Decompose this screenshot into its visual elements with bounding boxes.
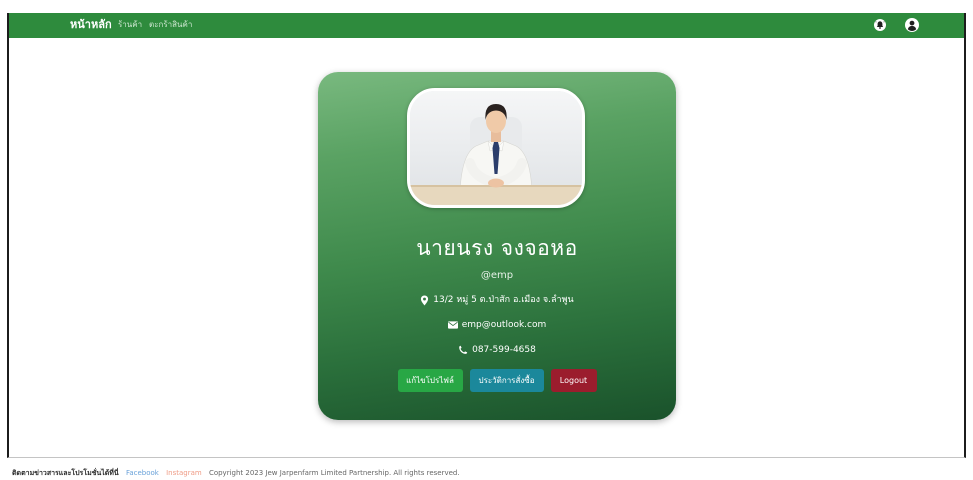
- copyright-text: Copyright 2023 Jew Jarpenfarm Limited Pa…: [208, 469, 460, 477]
- bell-icon[interactable]: [874, 19, 886, 31]
- instagram-link[interactable]: Instagram: [166, 469, 202, 477]
- profile-phone: 087-599-4658: [472, 345, 536, 355]
- nav-shop-link[interactable]: ร้านค้า: [118, 20, 142, 30]
- profile-username: @emp: [480, 270, 514, 281]
- profile-actions: แก้ไขโปรไฟล์ ประวัติการสั่งซื้อ Logout: [318, 369, 676, 392]
- main-content: นายนรง จงจอหอ @emp 13/2 หมู่ 5 ต.ป่าสัก …: [9, 38, 964, 457]
- phone-icon: [458, 345, 468, 355]
- facebook-link[interactable]: Facebook: [126, 469, 159, 477]
- footer: ติดตามข่าวสารและโปรโมชั่นได้ที่นี่ Faceb…: [12, 469, 465, 478]
- logout-button[interactable]: Logout: [550, 369, 597, 392]
- profile-address: 13/2 หมู่ 5 ต.ป่าสัก อ.เมือง จ.ลำพูน: [433, 295, 574, 305]
- phone-row: 087-599-4658: [318, 343, 676, 357]
- profile-name: นายนรง จงจอหอ: [416, 236, 578, 260]
- address-row: 13/2 หมู่ 5 ต.ป่าสัก อ.เมือง จ.ลำพูน: [318, 293, 676, 307]
- nav-home-link[interactable]: หน้าหลัก: [70, 18, 112, 32]
- order-history-button[interactable]: ประวัติการสั่งซื้อ: [469, 369, 544, 392]
- user-circle-icon[interactable]: [905, 18, 919, 32]
- profile-email: emp@outlook.com: [461, 320, 547, 330]
- navbar: หน้าหลัก ร้านค้า ตะกร้าสินค้า: [9, 13, 964, 38]
- profile-card: นายนรง จงจอหอ @emp 13/2 หมู่ 5 ต.ป่าสัก …: [318, 72, 676, 420]
- email-row: emp@outlook.com: [318, 318, 676, 332]
- edit-profile-button[interactable]: แก้ไขโปรไฟล์: [397, 369, 463, 392]
- footer-follow-text: ติดตามข่าวสารและโปรโมชั่นได้ที่นี่: [12, 469, 119, 477]
- browser-viewport: หน้าหลัก ร้านค้า ตะกร้าสินค้า นายนรง จงจ…: [7, 13, 966, 458]
- profile-photo: [407, 88, 585, 208]
- envelope-icon: [447, 321, 458, 329]
- map-marker-icon: [420, 295, 429, 306]
- nav-cart-link[interactable]: ตะกร้าสินค้า: [149, 20, 192, 30]
- page: หน้าหลัก ร้านค้า ตะกร้าสินค้า นายนรง จงจ…: [0, 0, 973, 480]
